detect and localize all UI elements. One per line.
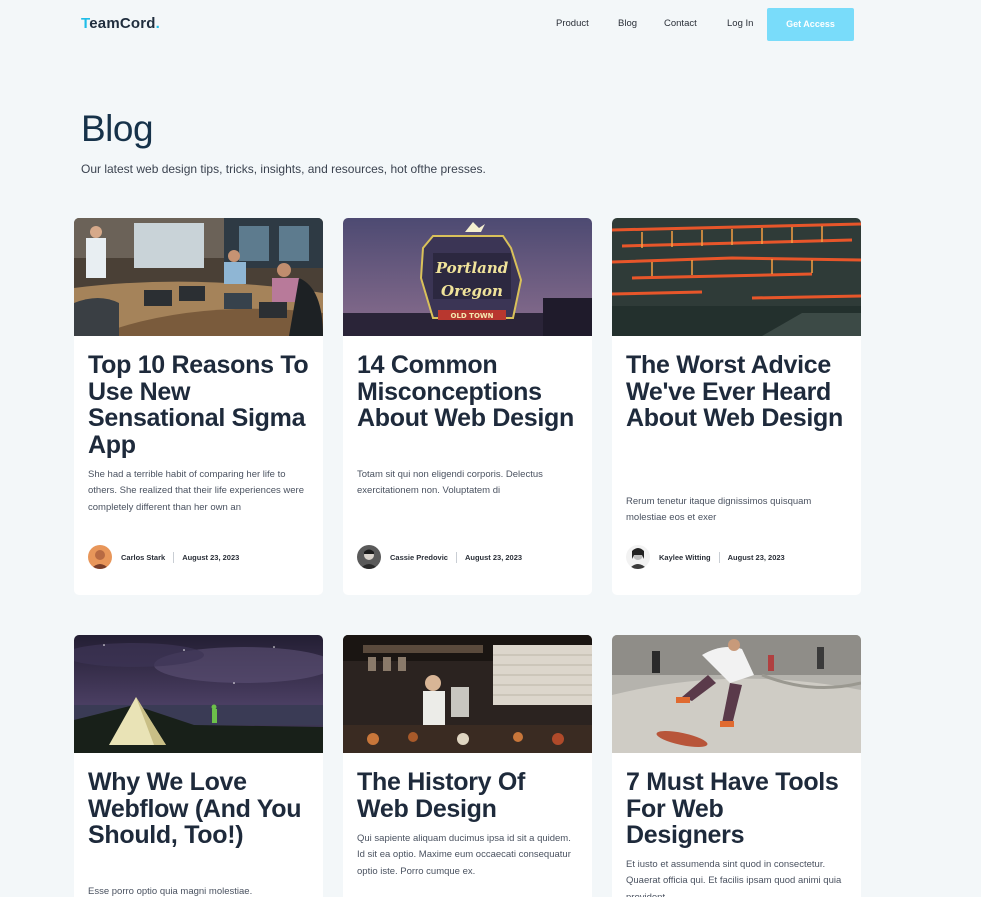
post-excerpt: Et iusto et assumenda sint quod in conse…	[626, 859, 842, 897]
page-title: Blog	[81, 108, 154, 149]
post-meta: Carlos Stark August 23, 2023	[88, 545, 310, 569]
post-title[interactable]: Top 10 Reasons To Use New Sensational Si…	[88, 352, 310, 458]
post-excerpt: Totam sit qui non eligendi corporis. Del…	[357, 469, 543, 497]
nav-link-product[interactable]: Product	[556, 18, 589, 29]
post-title[interactable]: 14 Common Misconceptions About Web Desig…	[357, 352, 579, 432]
post-title[interactable]: The History Of Web Design	[357, 769, 579, 822]
post-image-meeting-room[interactable]	[74, 218, 323, 336]
blog-card[interactable]: Why We Love Webflow (And You Should, Too…	[74, 635, 323, 897]
blog-card[interactable]: Top 10 Reasons To Use New Sensational Si…	[74, 218, 323, 595]
post-image-portland-sign[interactable]: Portland Oregon OLD TOWN	[343, 218, 592, 336]
meta-divider	[718, 551, 720, 563]
post-image-neon-lights[interactable]	[612, 218, 861, 336]
blog-card[interactable]: 7 Must Have Tools For Web Designers Et i…	[612, 635, 861, 897]
author-avatar	[626, 545, 650, 569]
post-meta: Cassie Predovic August 23, 2023	[357, 545, 579, 569]
post-date: August 23, 2023	[182, 552, 240, 562]
post-date: August 23, 2023	[464, 552, 523, 562]
post-image-skateboarder[interactable]	[612, 635, 861, 753]
post-excerpt: She had a terrible habit of comparing he…	[88, 469, 304, 513]
blog-card[interactable]: Portland Oregon OLD TOWN 14 Common Misco…	[343, 218, 592, 595]
author-avatar	[357, 545, 381, 569]
post-excerpt: Rerum tenetur itaque dignissimos quisqua…	[626, 496, 812, 524]
author-avatar	[88, 545, 112, 569]
post-excerpt: Qui sapiente aliquam ducimus ipsa id sit…	[357, 833, 571, 877]
nav-link-blog[interactable]: Blog	[618, 18, 637, 29]
post-title[interactable]: Why We Love Webflow (And You Should, Too…	[88, 769, 310, 849]
post-meta: Kaylee Witting August 23, 2023	[626, 545, 848, 569]
nav-link-login[interactable]: Log In	[727, 18, 753, 29]
svg-text:OLD TOWN: OLD TOWN	[451, 312, 494, 320]
post-excerpt: Esse porro optio quia magni molestiae.	[88, 886, 253, 897]
meta-divider	[455, 551, 457, 563]
page-subtitle: Our latest web design tips, tricks, insi…	[81, 162, 486, 176]
svg-text:Oregon: Oregon	[441, 282, 503, 300]
post-date: August 23, 2023	[727, 552, 785, 562]
author-name[interactable]: Cassie Predovic	[390, 553, 448, 562]
post-image-night-tent[interactable]	[74, 635, 323, 753]
top-nav: TeamCord. Product Blog Contact Log In Ge…	[0, 0, 981, 50]
blog-card[interactable]: The Worst Advice We've Ever Heard About …	[612, 218, 861, 595]
get-access-button[interactable]: Get Access	[767, 8, 854, 41]
meta-divider	[173, 551, 175, 563]
post-image-coffee-bar[interactable]	[343, 635, 592, 753]
post-title[interactable]: 7 Must Have Tools For Web Designers	[626, 769, 848, 849]
author-name[interactable]: Carlos Stark	[121, 553, 165, 562]
nav-link-contact[interactable]: Contact	[664, 18, 697, 29]
blog-card[interactable]: The History Of Web Design Qui sapiente a…	[343, 635, 592, 897]
svg-text:Portland: Portland	[435, 259, 509, 277]
brand-logo[interactable]: TeamCord.	[81, 15, 160, 32]
post-title[interactable]: The Worst Advice We've Ever Heard About …	[626, 352, 848, 432]
author-name[interactable]: Kaylee Witting	[659, 553, 711, 562]
